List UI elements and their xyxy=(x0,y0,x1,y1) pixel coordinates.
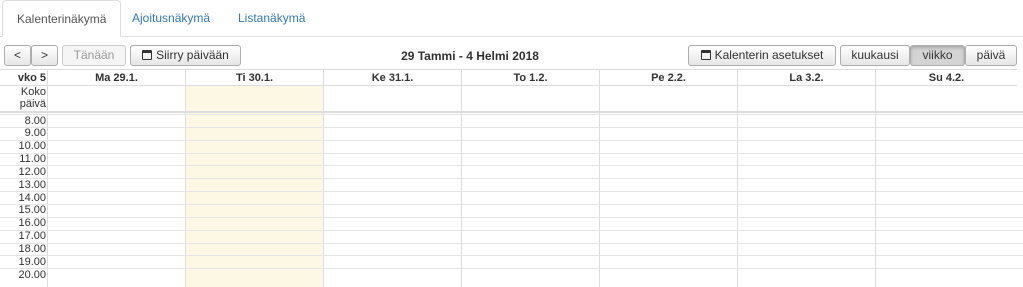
hour-label: 8.00 xyxy=(24,115,46,127)
hour-line xyxy=(0,255,1023,256)
day-column[interactable] xyxy=(461,86,599,287)
hour-line xyxy=(0,127,1023,128)
hour-label: 10.00 xyxy=(18,140,46,152)
hour-line xyxy=(0,153,1023,154)
week-number: vko 5 xyxy=(0,69,48,86)
week-view-button[interactable]: viikko xyxy=(910,45,965,66)
tab-schedule-view[interactable]: Ajoitusnäkymä xyxy=(118,0,224,37)
hour-line xyxy=(0,204,1023,205)
day-header[interactable]: To 1.2. xyxy=(461,69,599,86)
day-header[interactable]: Ke 31.1. xyxy=(323,69,461,86)
hour-line xyxy=(0,243,1023,244)
next-button[interactable]: > xyxy=(31,45,58,66)
hour-label: 12.00 xyxy=(18,166,46,178)
all-day-separator xyxy=(0,111,1023,113)
goto-date-button[interactable]: Siirry päivään xyxy=(130,45,241,66)
today-button[interactable]: Tänään xyxy=(62,45,126,66)
day-column[interactable] xyxy=(875,86,1017,287)
calendar-settings-label: Kalenterin asetukset xyxy=(714,48,824,62)
all-day-label: Koko päivä xyxy=(0,86,48,110)
day-view-button[interactable]: päivä xyxy=(965,45,1017,66)
goto-date-label: Siirry päivään xyxy=(156,48,229,62)
day-header[interactable]: Ti 30.1. xyxy=(185,69,323,86)
day-column[interactable] xyxy=(185,86,323,287)
all-day-label-line2: päivä xyxy=(19,98,46,110)
hour-line xyxy=(0,230,1023,231)
month-view-button[interactable]: kuukausi xyxy=(840,45,910,66)
day-column[interactable] xyxy=(47,86,185,287)
week-grid: vko 5 Ma 29.1. Ti 30.1. Ke 31.1. To 1.2. Pe … xyxy=(0,69,1023,287)
day-header[interactable]: Ma 29.1. xyxy=(47,69,185,86)
tab-calendar-view[interactable]: Kalenterinäkymä xyxy=(2,0,122,37)
hour-label: 14.00 xyxy=(18,192,46,204)
day-column[interactable] xyxy=(599,86,737,287)
hour-label: 11.00 xyxy=(19,153,46,165)
date-range-title: 29 Tammi - 4 Helmi 2018 xyxy=(401,49,539,63)
hour-label: 18.00 xyxy=(18,243,46,255)
hour-line xyxy=(0,114,1023,115)
day-column[interactable] xyxy=(323,86,461,287)
calendar-check-icon xyxy=(700,50,711,60)
hour-line xyxy=(0,217,1023,218)
hour-label: 19.00 xyxy=(18,256,46,268)
hour-label: 13.00 xyxy=(18,179,46,191)
prev-button[interactable]: < xyxy=(4,45,31,66)
day-column[interactable] xyxy=(737,86,875,287)
hour-label: 17.00 xyxy=(18,230,46,242)
hour-line xyxy=(0,140,1023,141)
view-tabs: Kalenterinäkymä Ajoitusnäkymä Listanäkym… xyxy=(0,0,1023,37)
calendar-settings-button[interactable]: Kalenterin asetukset xyxy=(688,45,836,66)
hour-label: 16.00 xyxy=(18,217,46,229)
hour-label: 9.00 xyxy=(24,127,46,139)
hour-line xyxy=(0,268,1023,269)
tab-list-view[interactable]: Listanäkymä xyxy=(224,0,319,37)
hour-line xyxy=(0,178,1023,179)
hour-line xyxy=(0,165,1023,166)
calendar-icon xyxy=(142,50,153,60)
day-header[interactable]: Su 4.2. xyxy=(875,69,1017,86)
day-header[interactable]: La 3.2. xyxy=(737,69,875,86)
all-day-label-line1: Koko xyxy=(20,86,46,98)
hour-label: 20.00 xyxy=(18,269,46,281)
day-header[interactable]: Pe 2.2. xyxy=(599,69,737,86)
hour-label: 15.00 xyxy=(18,204,46,216)
hour-line xyxy=(0,191,1023,192)
